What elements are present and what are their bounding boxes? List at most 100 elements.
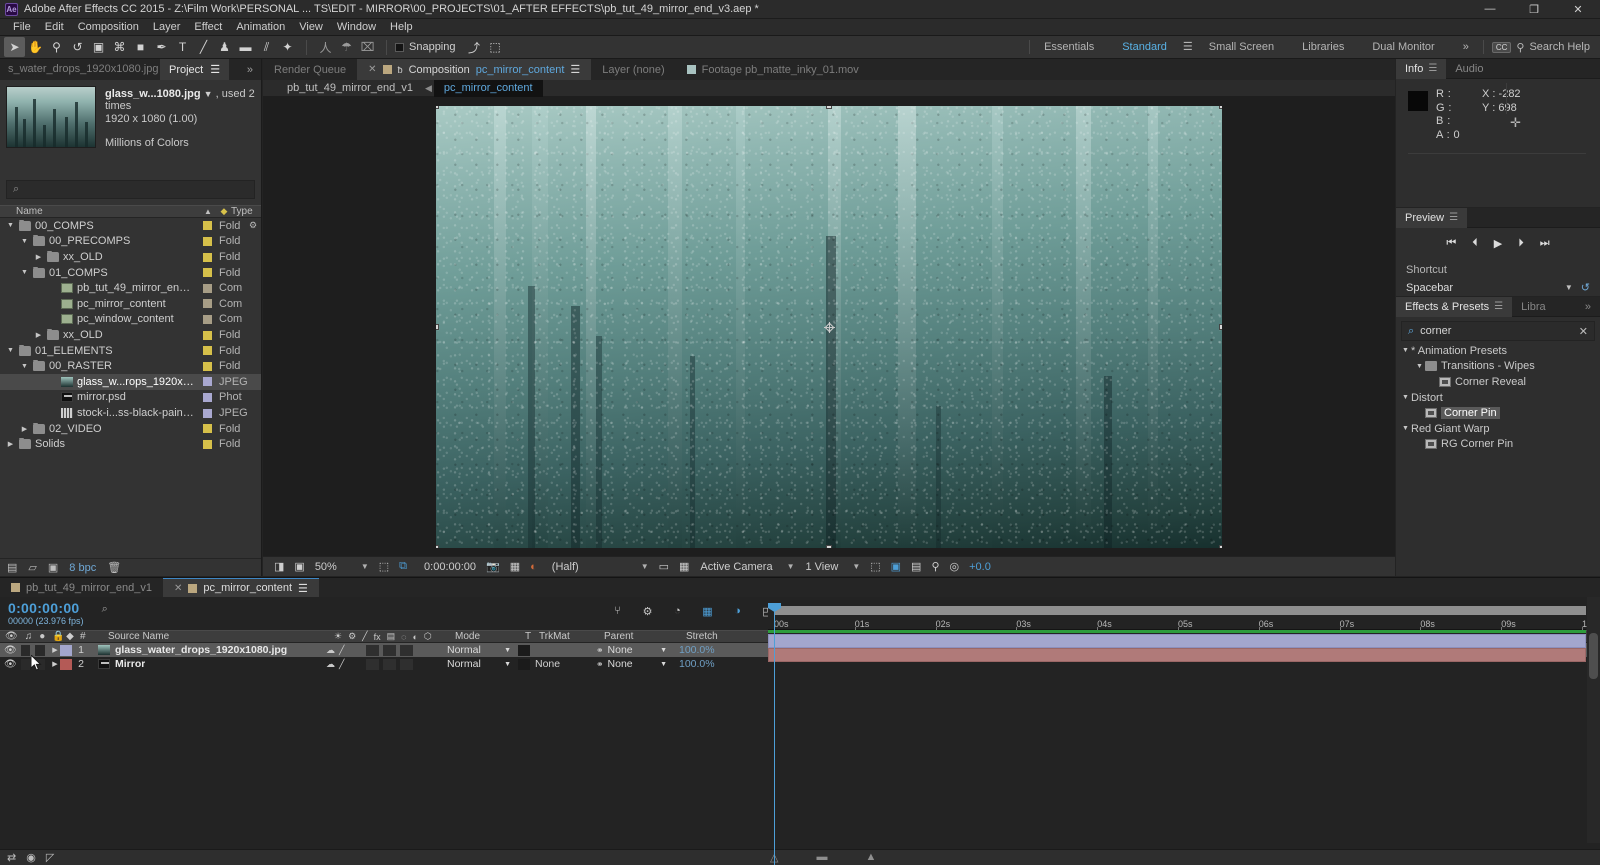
project-tree-item[interactable]: ▶xx_OLDFold — [0, 327, 261, 343]
effect-list-item[interactable]: Corner Reveal — [1396, 374, 1600, 390]
motionblur-toggle[interactable] — [400, 659, 413, 670]
region-of-interest-button[interactable]: ⬚ — [374, 557, 394, 577]
tab-effects-presets[interactable]: Effects & Presets ☰ — [1396, 297, 1512, 317]
pan-behind-tool[interactable]: ⌘ — [109, 37, 130, 57]
panel-menu-icon[interactable]: ☰ — [1449, 212, 1458, 223]
label-color-swatch[interactable] — [195, 438, 219, 450]
column-tag-icon[interactable]: ◆ — [217, 206, 231, 217]
puppet-pin-tool[interactable]: ✦ — [277, 37, 298, 57]
project-tree-item[interactable]: ▶xx_OLDFold — [0, 249, 261, 265]
column-type[interactable]: Type — [231, 206, 261, 217]
layer-color-swatch[interactable] — [60, 659, 72, 670]
composition-viewer[interactable] — [263, 97, 1395, 556]
layer-t-cell[interactable] — [517, 659, 531, 670]
label-color-swatch[interactable] — [195, 220, 219, 232]
new-folder-icon[interactable]: ▱ — [28, 561, 36, 574]
anchor-point-icon[interactable] — [824, 322, 835, 333]
selection-handle-ml[interactable] — [436, 324, 439, 330]
disclosure-triangle-icon[interactable]: ▼ — [6, 222, 15, 229]
expand-collapse-icon[interactable]: ◉ — [26, 851, 36, 864]
pixel-aspect-button[interactable]: ⬚ — [865, 557, 885, 577]
project-tree-item[interactable]: pb_tut_49_mirror_end_v1Com — [0, 280, 261, 296]
tab-footage-preview[interactable]: s_water_drops_1920x1080.jpg — [0, 59, 160, 80]
selection-handle-br[interactable] — [1219, 545, 1222, 548]
disclosure-triangle-icon[interactable]: ▼ — [1414, 363, 1425, 370]
effect-list-item[interactable]: ▼Transitions - Wipes — [1396, 359, 1600, 375]
label-color-swatch[interactable] — [195, 251, 219, 263]
snap-align-tool[interactable]: ⤴ — [464, 37, 485, 57]
timeline-search-icon[interactable]: ⌕ — [102, 603, 108, 616]
disclosure-triangle-icon[interactable]: ▶ — [34, 331, 43, 339]
channel-button[interactable]: ◐ — [525, 557, 542, 577]
transparency-grid-button[interactable]: ▣ — [289, 557, 309, 577]
menu-file[interactable]: File — [6, 19, 38, 36]
timeline-zoom-slider[interactable]: ▬ — [816, 851, 827, 864]
tab-render-queue[interactable]: Render Queue — [263, 59, 357, 80]
project-chevron-icon[interactable]: » — [239, 64, 261, 76]
disclosure-triangle-icon[interactable]: ▼ — [6, 347, 15, 354]
effect-list-item[interactable]: RG Corner Pin — [1396, 437, 1600, 453]
zoom-tool[interactable]: ⚲ — [46, 37, 67, 57]
resolution-select[interactable]: (Half) ▼ — [542, 557, 654, 577]
layer-duration-bar[interactable] — [768, 634, 1586, 648]
puppet-overlap-tool[interactable]: ⌧ — [357, 37, 378, 57]
panel-menu-icon[interactable]: ☰ — [1494, 301, 1503, 312]
show-snapshot-button[interactable]: ▦ — [505, 557, 525, 577]
effect-toggle[interactable] — [366, 659, 379, 670]
eraser-tool[interactable]: ▬ — [235, 37, 256, 57]
snapshot-button[interactable]: 📷 — [481, 557, 505, 577]
shape-tool[interactable]: ■ — [130, 37, 151, 57]
new-composition-icon[interactable]: ▣ — [48, 561, 58, 574]
quality-icon[interactable]: ╱ — [339, 659, 344, 670]
effect-toggle[interactable] — [366, 645, 379, 656]
project-tree-item[interactable]: ▶SolidsFold — [0, 436, 261, 452]
project-tree-item[interactable]: ▼01_COMPSFold — [0, 265, 261, 281]
current-time-display[interactable]: 0:00:00:00 — [412, 557, 481, 577]
label-color-swatch[interactable] — [195, 391, 219, 403]
label-color-swatch[interactable] — [195, 298, 219, 310]
pen-tool[interactable]: ✒ — [151, 37, 172, 57]
label-color-swatch[interactable] — [195, 282, 219, 294]
snapping-checkbox[interactable] — [395, 43, 404, 52]
project-tree-item[interactable]: ▼01_ELEMENTSFold — [0, 343, 261, 359]
column-source-name[interactable]: Source Name — [100, 631, 328, 642]
bit-depth-label[interactable]: 8 bpc — [69, 562, 96, 574]
disclosure-triangle-icon[interactable]: ▼ — [20, 269, 29, 276]
frame-render-time-icon[interactable]: ◸ — [46, 851, 54, 864]
timeline-tab-pb-tut-49[interactable]: pb_tut_49_mirror_end_v1 — [0, 578, 163, 597]
first-frame-button[interactable]: ⏮ — [1446, 237, 1456, 250]
menu-animation[interactable]: Animation — [229, 19, 292, 36]
workspace-dual-monitor[interactable]: Dual Monitor — [1358, 36, 1448, 59]
puppet-starch-tool[interactable]: ☂ — [336, 37, 357, 57]
menu-composition[interactable]: Composition — [71, 19, 146, 36]
workspace-overflow[interactable]: » — [1449, 36, 1483, 59]
motionblur-toggle[interactable] — [400, 645, 413, 656]
search-help-area[interactable]: CC ⚲ Search Help — [1484, 41, 1600, 54]
puppet-position-tool[interactable]: 人 — [315, 37, 336, 57]
clear-icon[interactable]: ✕ — [1579, 325, 1588, 338]
panel-menu-icon[interactable]: ☰ — [570, 63, 580, 76]
column-mode[interactable]: Mode — [450, 631, 525, 642]
effects-chevron-icon[interactable]: » — [1576, 297, 1600, 317]
workspace-libraries[interactable]: Libraries — [1288, 36, 1358, 59]
eye-icon[interactable]: 👁 — [4, 645, 16, 656]
views-select[interactable]: 1 View ▼ — [799, 557, 865, 577]
timeline-vertical-scrollbar[interactable] — [1587, 597, 1600, 843]
project-tree-item[interactable]: mirror.psdPhot — [0, 390, 261, 406]
menu-layer[interactable]: Layer — [146, 19, 188, 36]
reset-icon[interactable]: ↺ — [1581, 281, 1590, 294]
eye-icon[interactable]: 👁 — [4, 659, 16, 670]
selection-handle-tc[interactable] — [826, 106, 832, 109]
reset-exposure-button[interactable]: ◎ — [945, 557, 965, 577]
workspace-standard[interactable]: Standard — [1108, 36, 1181, 59]
label-color-swatch[interactable] — [195, 345, 219, 357]
frameblend-toggle[interactable] — [383, 645, 396, 656]
roi-toggle-button[interactable]: ⧉ — [394, 557, 412, 577]
subtab-arrow-icon[interactable]: ◀ — [423, 83, 434, 94]
effect-list-item[interactable]: ▼Red Giant Warp — [1396, 421, 1600, 437]
disclosure-triangle-icon[interactable]: ▶ — [6, 440, 15, 448]
workspace-essentials[interactable]: Essentials — [1030, 36, 1108, 59]
grid-guides-button[interactable]: ▦ — [674, 557, 694, 577]
clone-stamp-tool[interactable]: ♟ — [214, 37, 235, 57]
menu-view[interactable]: View — [292, 19, 330, 36]
